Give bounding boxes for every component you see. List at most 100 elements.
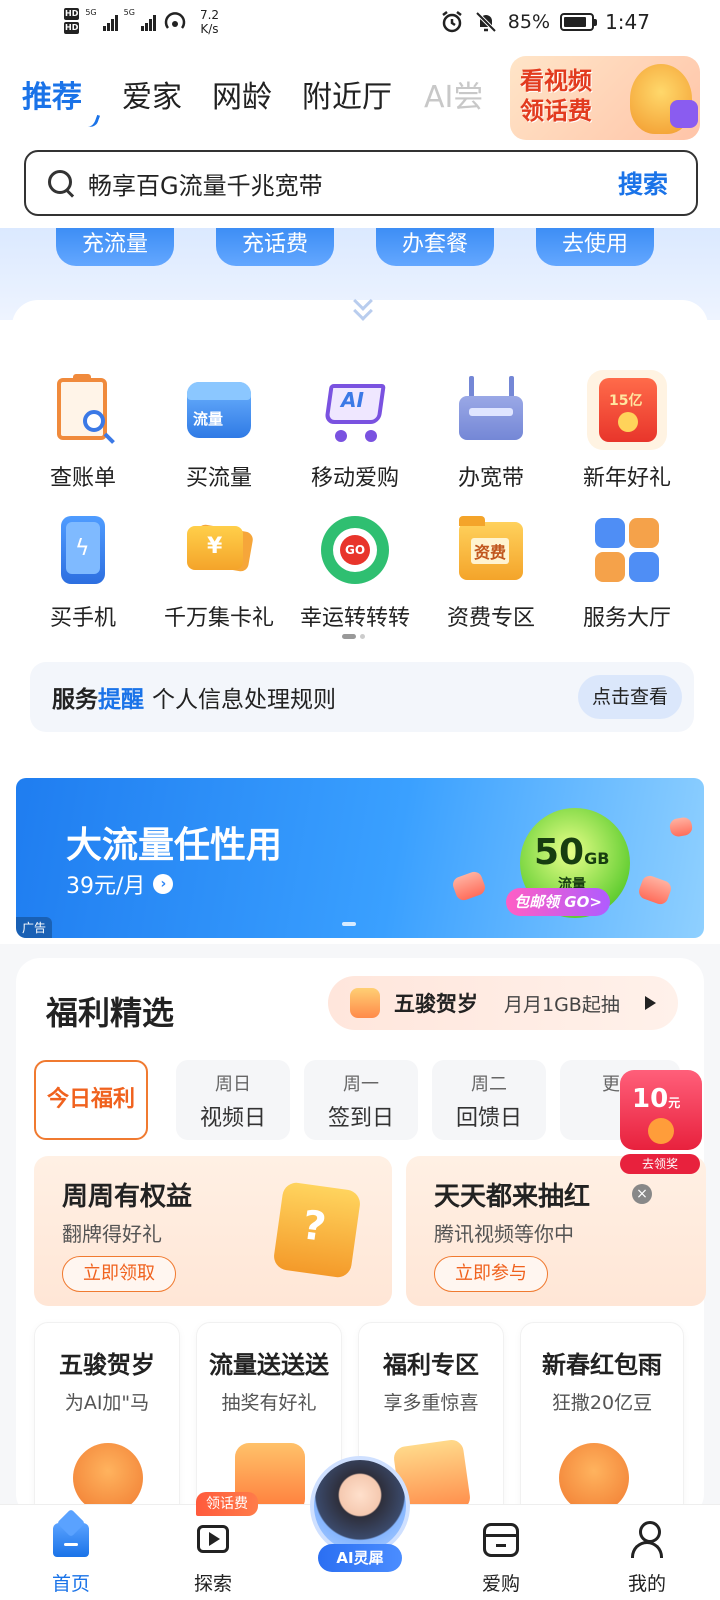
- decor-coin: [636, 873, 674, 907]
- tab-network-age[interactable]: 网龄: [212, 72, 272, 116]
- card-red-packet-rain[interactable]: 新春红包雨 狂撒20亿豆: [520, 1322, 684, 1522]
- ai-assistant-button[interactable]: AI灵犀: [306, 1456, 414, 1576]
- ball-value: 50GB: [534, 832, 609, 873]
- mascot-icon: [630, 64, 698, 134]
- hd-1: HD: [64, 8, 80, 20]
- notice-title-a: 服务: [52, 687, 98, 713]
- expand-chevron-icon[interactable]: [352, 291, 376, 321]
- plan-button[interactable]: 办套餐: [376, 228, 494, 266]
- horse-icon: [350, 988, 380, 1018]
- grid-item-service-hall[interactable]: 服务大厅: [558, 514, 696, 632]
- recharge-fee-button[interactable]: 充话费: [216, 228, 334, 266]
- profile-icon: [627, 1519, 667, 1559]
- grid-label: 移动爱购: [310, 466, 399, 491]
- card-collect-icon: ¥: [183, 514, 255, 586]
- go-tag: GO: [340, 535, 370, 565]
- card-horse-new-year[interactable]: 五骏贺岁 为AI加"马: [34, 1322, 180, 1522]
- close-icon[interactable]: ×: [632, 1184, 652, 1204]
- mascot-icon: [559, 1443, 629, 1513]
- day-bottom: 视频日: [199, 1106, 266, 1131]
- get-fee-tag[interactable]: 领话费: [196, 1492, 258, 1516]
- tab-recommend[interactable]: 推荐: [22, 72, 82, 116]
- fee-folder-icon: 资费: [455, 514, 527, 586]
- grid-item-lucky-wheel[interactable]: GO 幸运转转转: [286, 514, 424, 632]
- banner-indicator: [342, 922, 356, 926]
- notice-title-b: 提醒: [98, 687, 144, 713]
- tab-ai[interactable]: AI尝: [424, 72, 483, 116]
- promo-banner[interactable]: 大流量任性用 39元/月 › 50GB 流量 包邮领 GO> 广告: [16, 778, 704, 938]
- search-icon: [46, 168, 76, 198]
- tab-tuesday[interactable]: 周二 回馈日: [432, 1060, 546, 1140]
- day-top: 周日: [215, 1074, 251, 1095]
- service-notice[interactable]: 服务提醒 个人信息处理规则 点击查看: [30, 662, 694, 732]
- nav-profile[interactable]: 我的: [602, 1519, 692, 1596]
- claim-now-button[interactable]: 立即领取: [62, 1256, 176, 1292]
- ai-avatar: [310, 1456, 410, 1556]
- card-subtitle: 为AI加"马: [64, 1392, 150, 1414]
- search-input[interactable]: 畅享百G流量千兆宽带: [88, 166, 618, 201]
- battery-percent: 85%: [507, 11, 550, 33]
- search-bar[interactable]: 畅享百G流量千兆宽带 搜索: [24, 150, 698, 216]
- ball-number: 50: [534, 832, 585, 873]
- feature-weekly-rights[interactable]: 周周有权益 翻牌得好礼 立即领取: [34, 1156, 392, 1306]
- hotspot-icon: [164, 12, 186, 29]
- pill-sub: 月月1GB起抽: [504, 993, 620, 1016]
- claim-reward-button[interactable]: 去领奖: [620, 1154, 700, 1174]
- tab-today-welfare[interactable]: 今日福利: [34, 1060, 148, 1140]
- tab-family[interactable]: 爱家: [122, 72, 182, 116]
- grid-label: 服务大厅: [582, 606, 671, 631]
- card-subtitle: 享多重惊喜: [383, 1392, 479, 1414]
- card-title: 福利专区: [383, 1351, 479, 1379]
- service-hall-icon: [591, 514, 663, 586]
- hd-2: HD: [64, 22, 80, 34]
- active-tab-indicator: [87, 113, 101, 129]
- gift-envelope-icon: 15亿: [587, 370, 667, 450]
- red-envelope-icon: 10元: [620, 1070, 702, 1150]
- ai-cart-icon: AI: [319, 374, 391, 446]
- home-icon: [51, 1519, 91, 1559]
- nav-home[interactable]: 首页: [26, 1519, 116, 1596]
- welfare-title: 福利精选: [46, 988, 175, 1034]
- grid-label: 新年好礼: [582, 466, 671, 491]
- mute-bell-icon: [475, 11, 497, 33]
- card-title: 流量送送送: [209, 1351, 329, 1379]
- feature-title: 天天都来抽红: [434, 1182, 591, 1212]
- day-top: 周一: [343, 1074, 379, 1095]
- grid-item-new-year-gift[interactable]: 15亿 新年好礼: [558, 370, 696, 492]
- feature-title: 周周有权益: [62, 1182, 193, 1212]
- day-bottom: 签到日: [327, 1106, 394, 1131]
- play-arrow-icon: [645, 996, 656, 1010]
- pill-main: 五骏贺岁: [394, 992, 478, 1016]
- service-grid: 查账单 流量 买流量 AI 移动爱购 办宽带 15亿 新年好礼 ϟ 买手机 ¥ …: [12, 291, 708, 756]
- recharge-data-button[interactable]: 充流量: [56, 228, 174, 266]
- day-top: 周二: [471, 1074, 507, 1095]
- tab-monday[interactable]: 周一 签到日: [304, 1060, 418, 1140]
- feature-subtitle: 翻牌得好礼: [62, 1222, 162, 1246]
- watch-video-promo[interactable]: 看视频 领话费: [510, 56, 700, 140]
- go-use-button[interactable]: 去使用: [536, 228, 654, 266]
- welfare-promo-pill[interactable]: 五骏贺岁 月月1GB起抽: [328, 976, 678, 1030]
- grid-label: 买流量: [185, 466, 252, 491]
- tab-nearby-hall[interactable]: 附近厅: [302, 72, 392, 116]
- banner-go-button[interactable]: 包邮领 GO>: [506, 888, 610, 916]
- network-label-2: 5G: [123, 8, 135, 17]
- nav-explore[interactable]: 探索: [168, 1519, 258, 1596]
- grid-item-bill[interactable]: 查账单: [14, 374, 152, 492]
- ball-unit: GB: [584, 849, 610, 868]
- grid-item-card-collect[interactable]: ¥ 千万集卡礼: [150, 514, 288, 632]
- hd-badge: HD HD: [64, 8, 80, 36]
- join-now-button[interactable]: 立即参与: [434, 1256, 548, 1292]
- grid-item-buy-phone[interactable]: ϟ 买手机: [14, 514, 152, 632]
- grid-item-buy-data[interactable]: 流量 买流量: [150, 374, 288, 492]
- grid-item-broadband[interactable]: 办宽带: [422, 374, 560, 492]
- notice-view-button[interactable]: 点击查看: [578, 675, 682, 719]
- tab-sunday[interactable]: 周日 视频日: [176, 1060, 290, 1140]
- grid-item-fee-zone[interactable]: 资费 资费专区: [422, 514, 560, 632]
- grid-item-ai-shop[interactable]: AI 移动爱购: [286, 374, 424, 492]
- alarm-icon: [442, 11, 462, 33]
- page-indicator: [342, 634, 365, 639]
- play-icon: [193, 1519, 233, 1559]
- floating-reward[interactable]: 10元 去领奖: [620, 1070, 710, 1180]
- search-button[interactable]: 搜索: [618, 165, 668, 201]
- nav-shop[interactable]: 爱购: [456, 1519, 546, 1596]
